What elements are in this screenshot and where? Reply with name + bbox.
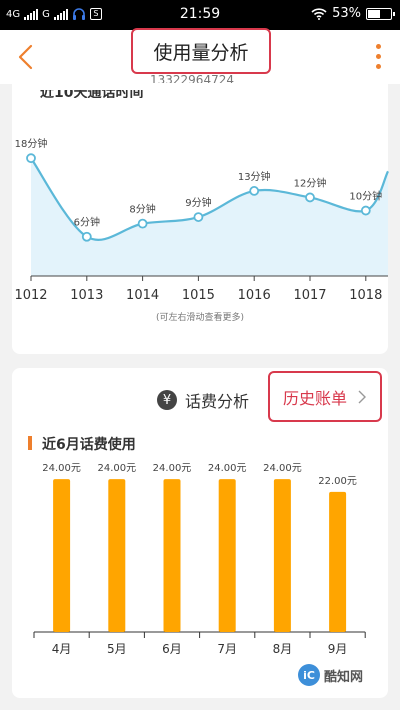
data-label: 10分钟 bbox=[349, 190, 382, 203]
wifi-icon bbox=[311, 7, 327, 20]
chevron-right-icon bbox=[358, 390, 366, 403]
bar-category-label: 9月 bbox=[328, 642, 348, 656]
bar[interactable] bbox=[329, 491, 347, 632]
data-label: 8分钟 bbox=[129, 203, 155, 216]
status-bar: 4G G S 21:59 53% bbox=[0, 0, 400, 30]
bar-value-label: 24.00元 bbox=[263, 463, 302, 474]
x-tick-label: 1014 bbox=[126, 288, 159, 303]
data-label: 13分钟 bbox=[238, 170, 271, 183]
bar-value-label: 24.00元 bbox=[97, 463, 136, 474]
call-duration-chart[interactable]: 1012 1013 1014 1015 1016 1017 1018 18分钟 6分钟 8分钟 9分… bbox=[0, 84, 400, 314]
bar[interactable] bbox=[53, 479, 71, 632]
watermark-text: 酷知网 bbox=[324, 669, 364, 685]
data-point[interactable] bbox=[81, 231, 92, 242]
data-label: 18分钟 bbox=[15, 137, 48, 150]
fee-analysis-title: 话费分析 bbox=[185, 392, 250, 411]
status-right: 53% bbox=[311, 6, 395, 21]
battery-icon bbox=[366, 7, 395, 20]
bar-value-label: 22.00元 bbox=[318, 476, 357, 487]
data-point[interactable] bbox=[249, 186, 260, 196]
yen-icon: ¥ bbox=[157, 390, 177, 410]
page-title: 使用量分析 bbox=[153, 41, 249, 64]
x-tick-label: 1013 bbox=[70, 288, 103, 303]
bar[interactable] bbox=[218, 479, 236, 632]
watermark: iC 酷知网 bbox=[298, 664, 363, 686]
data-label: 6分钟 bbox=[74, 216, 100, 229]
bar-category-label: 7月 bbox=[217, 642, 237, 656]
data-point[interactable] bbox=[360, 205, 371, 216]
chevron-left-icon[interactable] bbox=[14, 42, 38, 72]
x-tick-label: 1012 bbox=[14, 288, 47, 303]
x-tick-label: 1018 bbox=[349, 288, 382, 303]
data-label: 12分钟 bbox=[294, 176, 327, 189]
bar[interactable] bbox=[273, 479, 291, 632]
bar-category-label: 4月 bbox=[52, 642, 72, 656]
x-tick-label: 1016 bbox=[238, 288, 271, 303]
page-title-box: 使用量分析 bbox=[131, 28, 271, 74]
bar-value-label: 24.00元 bbox=[153, 463, 192, 474]
bar-category-label: 5月 bbox=[107, 642, 127, 656]
bar-value-label: 24.00元 bbox=[42, 463, 81, 474]
bar-value-label: 24.00元 bbox=[208, 463, 247, 474]
data-point[interactable] bbox=[305, 192, 315, 203]
data-point[interactable] bbox=[26, 153, 36, 164]
scroll-hint: (可左右滑动查看更多) bbox=[155, 313, 245, 323]
more-vertical-icon[interactable] bbox=[374, 44, 382, 72]
x-tick-label: 1017 bbox=[293, 288, 326, 303]
battery-percent: 53% bbox=[332, 6, 361, 21]
x-tick-label: 1015 bbox=[182, 288, 215, 303]
bar[interactable] bbox=[108, 479, 126, 632]
history-bill-label: 历史账单 bbox=[282, 388, 347, 408]
fee-title-group: ¥ 话费分析 bbox=[157, 388, 249, 412]
bar[interactable] bbox=[163, 479, 181, 632]
data-label: 9分钟 bbox=[185, 196, 211, 209]
bar-category-label: 8月 bbox=[273, 642, 293, 656]
data-point[interactable] bbox=[137, 218, 148, 229]
data-point[interactable] bbox=[193, 212, 204, 222]
page-subtitle: 13322964724 bbox=[150, 73, 234, 83]
monthly-fee-chart: 24.00元 4月 24.00元 5月 24.00元 6月 24.00元 7月 24.00元 8月… bbox=[33, 463, 366, 656]
bar-category-label: 6月 bbox=[162, 642, 182, 656]
watermark-logo: iC bbox=[298, 664, 320, 686]
history-bill-button[interactable]: 历史账单 bbox=[268, 371, 382, 422]
